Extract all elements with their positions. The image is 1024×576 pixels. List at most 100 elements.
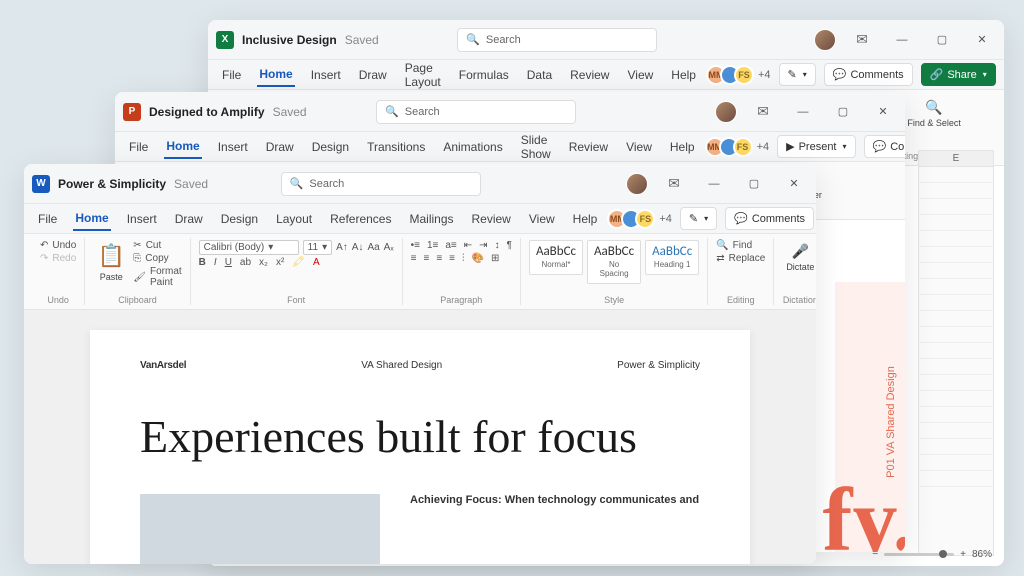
decrease-indent-button[interactable]: ⇤ xyxy=(464,240,472,251)
menu-layout[interactable]: Layout xyxy=(274,208,314,230)
menu-insert[interactable]: Insert xyxy=(216,136,250,158)
menu-review[interactable]: Review xyxy=(568,64,611,86)
megaphone-icon[interactable]: ✉ xyxy=(848,26,876,54)
italic-button[interactable]: I xyxy=(214,257,217,268)
menu-mailings[interactable]: Mailings xyxy=(407,208,455,230)
menu-help[interactable]: Help xyxy=(571,208,600,230)
user-avatar[interactable] xyxy=(626,173,648,195)
bold-button[interactable]: B xyxy=(199,257,206,268)
shrink-font-button[interactable]: A↓ xyxy=(352,242,364,253)
font-color-button[interactable]: A xyxy=(313,257,320,268)
menu-formulas[interactable]: Formulas xyxy=(457,64,511,86)
comments-button[interactable]: 💬 Comments xyxy=(864,135,905,158)
numbering-button[interactable]: 1≡ xyxy=(427,240,438,251)
document-canvas[interactable]: VanArsdel VA Shared Design Power & Simpl… xyxy=(24,310,816,564)
mode-dropdown[interactable]: ✎ xyxy=(779,63,816,86)
present-button[interactable]: ▶ Present xyxy=(777,135,855,158)
highlight-button[interactable]: 🖍 xyxy=(292,257,305,268)
font-select[interactable]: Calibri (Body) ▾ xyxy=(199,240,299,255)
clear-format-button[interactable]: Aₓ xyxy=(384,242,394,253)
doc-brand: VanArsdel xyxy=(140,360,186,371)
copy-button[interactable]: ⎘ Copy xyxy=(133,253,181,264)
column-header-e[interactable]: E xyxy=(919,151,993,167)
comments-button[interactable]: 💬 Comments xyxy=(824,63,913,86)
excel-menubar: File Home Insert Draw Page Layout Formul… xyxy=(208,60,1004,90)
menu-references[interactable]: References xyxy=(328,208,393,230)
menu-insert[interactable]: Insert xyxy=(125,208,159,230)
word-search[interactable]: 🔍Search xyxy=(281,172,481,196)
grow-font-button[interactable]: A↑ xyxy=(336,242,348,253)
find-select-button[interactable]: 🔍Find & Select xyxy=(903,96,965,130)
dictate-button[interactable]: 🎤Dictate xyxy=(782,240,816,274)
bullets-button[interactable]: •≡ xyxy=(411,240,420,251)
change-case-button[interactable]: Aa xyxy=(367,242,379,253)
menu-home[interactable]: Home xyxy=(164,135,201,159)
word-window: W Power & Simplicity Saved 🔍Search ✉ ― ▢… xyxy=(24,164,816,564)
word-save-status: Saved xyxy=(174,177,208,191)
search-icon: 🔍 xyxy=(385,105,399,118)
menu-file[interactable]: File xyxy=(36,208,59,230)
strike-button[interactable]: ab xyxy=(240,257,251,268)
presence-stack[interactable]: MM FS +4 xyxy=(613,209,672,229)
menu-home[interactable]: Home xyxy=(257,63,294,87)
size-select[interactable]: 11 ▾ xyxy=(303,240,332,255)
menu-design[interactable]: Design xyxy=(310,136,351,158)
user-avatar[interactable] xyxy=(814,29,836,51)
menu-draw[interactable]: Draw xyxy=(264,136,296,158)
menu-draw[interactable]: Draw xyxy=(173,208,205,230)
megaphone-icon[interactable]: ✉ xyxy=(749,98,777,126)
menu-design[interactable]: Design xyxy=(219,208,260,230)
menu-review[interactable]: Review xyxy=(470,208,513,230)
word-doc-title: Power & Simplicity xyxy=(58,177,166,191)
menu-file[interactable]: File xyxy=(127,136,150,158)
excel-search[interactable]: 🔍Search xyxy=(457,28,657,52)
user-avatar[interactable] xyxy=(715,101,737,123)
increase-indent-button[interactable]: ⇥ xyxy=(479,240,487,251)
megaphone-icon[interactable]: ✉ xyxy=(660,170,688,198)
menu-view[interactable]: View xyxy=(625,64,655,86)
menu-transitions[interactable]: Transitions xyxy=(365,136,427,158)
menu-view[interactable]: View xyxy=(527,208,557,230)
close-button[interactable]: ✕ xyxy=(869,98,897,126)
align-left-button[interactable]: ≡ xyxy=(411,253,417,264)
paste-button[interactable]: 📋Paste xyxy=(93,240,129,284)
menu-review[interactable]: Review xyxy=(567,136,610,158)
presence-stack[interactable]: MM FS +4 xyxy=(712,65,771,85)
style-normal[interactable]: AaBbCcNormal* xyxy=(529,240,583,275)
menu-file[interactable]: File xyxy=(220,64,243,86)
mode-dropdown[interactable]: ✎ xyxy=(680,207,717,230)
ppt-search[interactable]: 🔍Search xyxy=(376,100,576,124)
menu-data[interactable]: Data xyxy=(525,64,554,86)
cut-button[interactable]: ✂ Cut xyxy=(133,240,181,251)
menu-pagelayout[interactable]: Page Layout xyxy=(403,57,443,93)
excel-sheet[interactable]: E xyxy=(918,150,994,556)
undo-button[interactable]: ↶ Undo xyxy=(40,240,76,251)
menu-help[interactable]: Help xyxy=(669,64,698,86)
style-nospacing[interactable]: AaBbCcNo Spacing xyxy=(587,240,641,284)
menu-insert[interactable]: Insert xyxy=(309,64,343,86)
menu-slideshow[interactable]: Slide Show xyxy=(519,129,553,165)
menu-help[interactable]: Help xyxy=(668,136,697,158)
maximize-button[interactable]: ▢ xyxy=(829,98,857,126)
menu-animations[interactable]: Animations xyxy=(441,136,504,158)
doc-header-center: VA Shared Design xyxy=(361,360,442,371)
menu-view[interactable]: View xyxy=(624,136,654,158)
minimize-button[interactable]: ― xyxy=(888,26,916,54)
menu-draw[interactable]: Draw xyxy=(357,64,389,86)
comments-button[interactable]: 💬 Comments xyxy=(725,207,814,230)
minimize-button[interactable]: ― xyxy=(789,98,817,126)
replace-button[interactable]: ⇄ Replace xyxy=(716,253,765,264)
presence-stack[interactable]: MM FS +4 xyxy=(711,137,770,157)
minimize-button[interactable]: ― xyxy=(700,170,728,198)
underline-button[interactable]: U xyxy=(225,257,232,268)
format-painter-button[interactable]: 🖌 Format Paint xyxy=(133,266,181,288)
redo-button[interactable]: ↷ Redo xyxy=(40,253,76,264)
maximize-button[interactable]: ▢ xyxy=(740,170,768,198)
close-button[interactable]: ✕ xyxy=(968,26,996,54)
maximize-button[interactable]: ▢ xyxy=(928,26,956,54)
share-button[interactable]: 🔗 Share xyxy=(921,63,996,86)
style-heading1[interactable]: AaBbCcHeading 1 xyxy=(645,240,699,275)
menu-home[interactable]: Home xyxy=(73,207,110,231)
close-button[interactable]: ✕ xyxy=(780,170,808,198)
find-button[interactable]: 🔍 Find xyxy=(716,240,752,251)
